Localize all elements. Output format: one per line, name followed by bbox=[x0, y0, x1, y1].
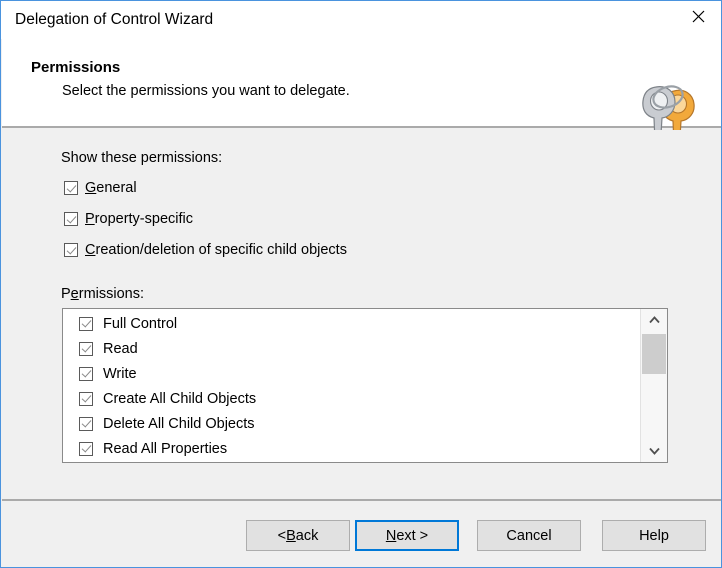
list-item-checkbox[interactable] bbox=[79, 391, 93, 406]
wizard-footer: < Back Next > Cancel Help bbox=[2, 499, 721, 567]
chevron-up-icon bbox=[648, 316, 660, 324]
wizard-body: Show these permissions: General Property… bbox=[2, 130, 721, 499]
show-permissions-label: Show these permissions: bbox=[61, 150, 223, 166]
checkbox-general-box[interactable] bbox=[64, 181, 78, 195]
checkbox-property-specific-box[interactable] bbox=[64, 212, 78, 226]
list-item-checkbox[interactable] bbox=[79, 416, 93, 431]
permissions-listbox[interactable]: Full Control Read Write Create All Child… bbox=[62, 308, 668, 463]
close-icon bbox=[692, 10, 704, 22]
checkbox-property-specific-label: Property-specific bbox=[85, 211, 193, 227]
delegation-of-control-wizard-dialog: Delegation of Control Wizard Permissions… bbox=[0, 0, 722, 568]
help-button[interactable]: Help bbox=[602, 520, 706, 551]
list-item[interactable]: Delete All Child Objects bbox=[63, 411, 639, 436]
scrollbar-thumb[interactable] bbox=[642, 334, 666, 374]
checkbox-creation-deletion-label: Creation/deletion of specific child obje… bbox=[85, 242, 347, 258]
list-item-label: Write bbox=[103, 365, 137, 382]
list-item[interactable]: Create All Child Objects bbox=[63, 386, 639, 411]
list-item-checkbox[interactable] bbox=[79, 316, 93, 331]
list-item-checkbox[interactable] bbox=[79, 441, 93, 456]
permissions-list-items: Full Control Read Write Create All Child… bbox=[63, 309, 639, 462]
page-subtitle: Select the permissions you want to deleg… bbox=[62, 83, 350, 99]
scroll-down-button[interactable] bbox=[641, 440, 667, 462]
list-item-label: Full Control bbox=[103, 315, 178, 332]
checkbox-property-specific[interactable]: Property-specific bbox=[64, 211, 193, 227]
scroll-up-button[interactable] bbox=[641, 309, 667, 331]
next-button[interactable]: Next > bbox=[355, 520, 459, 551]
checkbox-creation-deletion[interactable]: Creation/deletion of specific child obje… bbox=[64, 242, 347, 258]
list-item[interactable]: Full Control bbox=[63, 311, 639, 336]
list-item-label: Read All Properties bbox=[103, 440, 228, 457]
page-title: Permissions bbox=[31, 59, 121, 76]
list-item[interactable]: Write bbox=[63, 361, 639, 386]
cancel-button[interactable]: Cancel bbox=[477, 520, 581, 551]
wizard-header: Permissions Select the permissions you w… bbox=[2, 39, 721, 151]
list-item-checkbox[interactable] bbox=[79, 366, 93, 381]
list-item-label: Delete All Child Objects bbox=[103, 415, 255, 432]
back-button[interactable]: < Back bbox=[246, 520, 350, 551]
title-bar: Delegation of Control Wizard bbox=[1, 1, 721, 39]
list-item-partial[interactable] bbox=[63, 461, 639, 462]
checkbox-general-label: General bbox=[85, 180, 137, 196]
list-item-checkbox[interactable] bbox=[79, 341, 93, 356]
list-item-label: Read bbox=[103, 340, 138, 357]
window-title: Delegation of Control Wizard bbox=[15, 11, 214, 28]
chevron-down-icon bbox=[648, 447, 660, 455]
checkbox-general[interactable]: General bbox=[64, 180, 137, 196]
permissions-scrollbar[interactable] bbox=[640, 309, 667, 462]
list-item[interactable]: Read All Properties bbox=[63, 436, 639, 461]
permissions-list-label: Permissions: bbox=[61, 286, 145, 302]
list-item-label: Create All Child Objects bbox=[103, 390, 257, 407]
checkbox-creation-deletion-box[interactable] bbox=[64, 243, 78, 257]
list-item[interactable]: Read bbox=[63, 336, 639, 361]
close-button[interactable] bbox=[675, 1, 721, 31]
